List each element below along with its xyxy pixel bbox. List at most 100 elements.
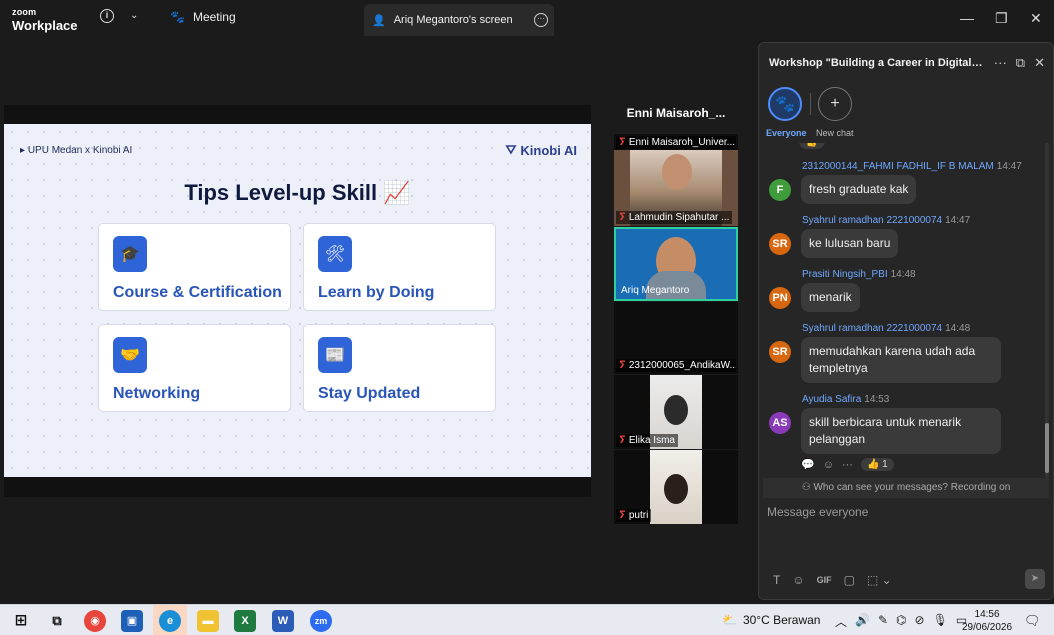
people-icon: ⚇ (801, 482, 811, 493)
face-shape (662, 154, 692, 190)
location-off-icon[interactable]: ⊘ (915, 613, 925, 630)
participants-header: Enni Maisaroh_... (626, 106, 726, 120)
message-sender: Syahrul ramadhan 2221000074 14:48 (802, 323, 971, 334)
meeting-label: Meeting (192, 10, 236, 24)
mic-muted-icon: ⵢ (619, 212, 626, 223)
clock-time: 14:56 (974, 609, 1000, 620)
message-list[interactable]: 👍 F 2312000144_FAHMI FADHIL_IF B MALAM14… (759, 143, 1039, 478)
text-format-icon[interactable]: T (773, 573, 780, 587)
chat-panel: Workshop "Building a Career in Digital M… (758, 42, 1054, 600)
new-chat-label: New chat (816, 128, 854, 138)
card-label: Stay Updated (318, 385, 421, 402)
add-reaction-icon[interactable]: ☺ (823, 459, 834, 471)
screen-tab-label: Ariq Megantoro's screen (393, 14, 513, 26)
slide-breadcrumb: ▸ UPU Medan x Kinobi AI (20, 145, 133, 156)
message-sender: Ayudia Safira 14:53 (802, 394, 890, 405)
slide-brand: ⛛ Kinobi AI (506, 142, 578, 158)
clock[interactable]: 14:56 29/06/2026 (962, 608, 1012, 634)
send-button[interactable]: ➤ (1025, 569, 1045, 589)
participant-name: ⵢ 2312000065_AndikaW... (616, 359, 736, 372)
message-actions: 💬 ☺ ··· 👍 1 (801, 458, 894, 471)
message-bubble: fresh graduate kak (801, 175, 917, 204)
participant-name: ⵢ putri (616, 509, 652, 522)
title-bar: zoom Workplace i ⌄ 🐾 Meeting 👤 Ariq Mega… (0, 0, 1054, 38)
meeting-menu[interactable]: 🐾 Meeting (170, 10, 236, 24)
info-icon[interactable]: i (100, 9, 114, 23)
store-icon[interactable]: ▣ (121, 610, 143, 632)
participant-name: ⵢ Enni Maisaroh_Univer... (616, 136, 736, 149)
everyone-label: Everyone (766, 128, 807, 138)
word-icon[interactable]: W (272, 610, 294, 632)
file-icon[interactable]: ▢ (844, 573, 855, 587)
weather-text: 30°C Berawan (742, 613, 821, 627)
thumbs-up-reaction[interactable]: 👍 1 (860, 458, 894, 471)
weather-widget[interactable]: ⛅ 30°C Berawan (722, 613, 820, 627)
chat-title: Workshop "Building a Career in Digital M… (769, 57, 984, 69)
participant-tile[interactable]: ⵢ 2312000065_AndikaW... (614, 302, 738, 374)
chrome-icon[interactable]: ◉ (84, 610, 106, 632)
presentation-slide: ▸ UPU Medan x Kinobi AI ⛛ Kinobi AI Tips… (4, 124, 591, 477)
maximize-button[interactable]: ❐ (995, 10, 1008, 27)
handshake-icon: 🤝 (113, 337, 147, 373)
gif-icon[interactable]: GIF (817, 575, 832, 585)
new-chat-button[interactable]: + (818, 87, 852, 121)
more-icon[interactable]: ··· (842, 459, 853, 471)
zoom-app-icon[interactable]: zm (310, 610, 332, 632)
divider (810, 93, 811, 115)
participant-name: Ariq Megantoro (621, 285, 690, 296)
edge-icon[interactable]: e (159, 610, 181, 632)
chat-scrollbar[interactable] (1045, 143, 1049, 478)
close-button[interactable]: ✕ (1030, 10, 1042, 27)
pen-icon[interactable]: ✎ (878, 613, 888, 630)
task-view-icon[interactable]: ⧉ (46, 610, 68, 632)
newspaper-icon: 📰 (318, 337, 352, 373)
everyone-button[interactable]: 🐾 (768, 87, 802, 121)
privacy-notice[interactable]: ⚇ Who can see your messages? Recording o… (763, 478, 1049, 498)
reply-icon[interactable]: 💬 (801, 458, 815, 471)
screenshot-icon[interactable]: ⬚ ⌄ (867, 573, 892, 587)
paw-icon: 🐾 (775, 96, 795, 113)
popout-icon[interactable]: ⧉ (1016, 55, 1025, 71)
screen-share-tab[interactable]: 👤 Ariq Megantoro's screen ··· (364, 4, 554, 36)
card-label: Learn by Doing (318, 284, 435, 301)
chat-header-actions: ··· ⧉ ✕ (994, 55, 1045, 71)
person-icon: 👤 (372, 14, 386, 27)
minimize-button[interactable]: — (960, 10, 974, 26)
scrollbar-thumb[interactable] (1045, 423, 1049, 473)
chevron-up-icon[interactable]: ︿ (835, 613, 847, 630)
kinobi-logo-icon: ⛛ (505, 142, 517, 157)
network-icon[interactable]: ⌬ (896, 613, 906, 630)
avatar: PN (769, 287, 791, 309)
avatar: AS (769, 412, 791, 434)
message-bubble: memudahkan karena udah ada templetnya (801, 337, 1001, 383)
participant-tile[interactable]: ⵢ putri (614, 450, 738, 524)
chevron-down-icon[interactable]: ⌄ (130, 10, 138, 21)
participant-tile[interactable]: ⵢ Enni Maisaroh_Univer... (614, 134, 738, 150)
message-sender: Prasiti Ningsih_PBI 14:48 (802, 269, 916, 280)
file-explorer-icon[interactable]: ▬ (197, 610, 219, 632)
close-icon[interactable]: ✕ (1034, 55, 1045, 71)
participant-tile[interactable]: ⵢ Elika Isma (614, 375, 738, 449)
message-bubble: ke lulusan baru (801, 229, 899, 258)
head-shape (664, 474, 688, 504)
participant-tile[interactable]: ⵢ Lahmudin Sipahutar ... (614, 150, 738, 226)
participant-tile-active-speaker[interactable]: Ariq Megantoro (614, 227, 738, 301)
message-bubble: skill berbicara untuk menarik pelanggan (801, 408, 1001, 454)
microphone-icon[interactable]: 🎙 (933, 613, 948, 630)
reaction-badge-partial: 👍 (799, 143, 825, 149)
card-label: Course & Certification (113, 284, 282, 301)
emoji-icon[interactable]: ☺ (792, 573, 804, 587)
participant-name: ⵢ Elika Isma (616, 434, 678, 447)
shared-screen[interactable]: ▸ UPU Medan x Kinobi AI ⛛ Kinobi AI Tips… (4, 105, 591, 497)
card-stay-updated: 📰 Stay Updated (303, 324, 496, 412)
mic-muted-icon: ⵢ (619, 510, 626, 521)
notifications-icon[interactable]: 🗨 (1024, 613, 1041, 629)
more-options-icon[interactable]: ··· (534, 13, 548, 27)
message-input[interactable]: Message everyone (767, 505, 868, 519)
zoom-logo: zoom Workplace (12, 8, 78, 33)
graduation-cap-icon: 🎓 (113, 236, 147, 272)
more-icon[interactable]: ··· (994, 55, 1007, 71)
speaker-icon[interactable]: 🔊 (855, 613, 870, 630)
windows-start-icon[interactable]: ⊞ (10, 610, 32, 632)
excel-icon[interactable]: X (234, 610, 256, 632)
